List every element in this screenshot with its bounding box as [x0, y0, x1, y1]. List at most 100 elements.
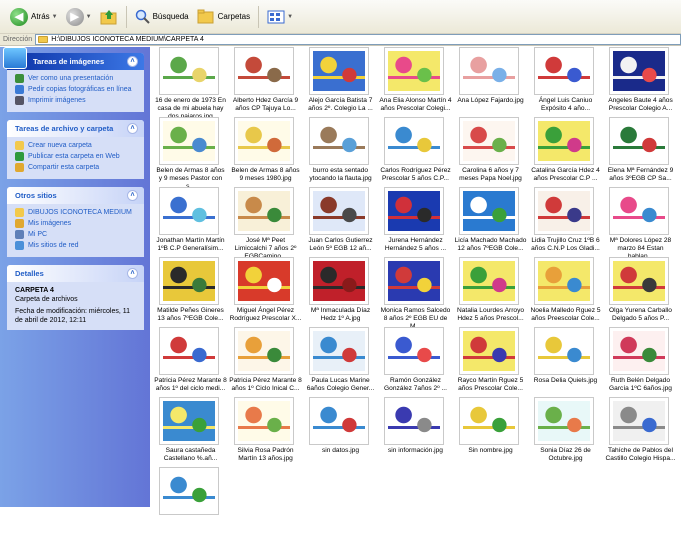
- file-thumbnail-item[interactable]: Patricia Pérez Marante 8 años 1º del cic…: [154, 327, 227, 397]
- file-thumbnail-item[interactable]: Carlos Rodríguez Pérez Prescolar 5 años …: [379, 117, 452, 187]
- file-thumbnail-item[interactable]: Lidia Trujillo Cruz 1ºB 6 años C.N.P Los…: [529, 187, 602, 257]
- file-thumbnail-item[interactable]: Belen de Armas 8 años y 9 meses Pastor c…: [154, 117, 227, 190]
- file-thumbnail-item[interactable]: Jonathan Martín Martín 1ºB C.P Generalís…: [154, 187, 227, 257]
- file-name: Lidia Trujillo Cruz 1ºB 6 años C.N.P Los…: [531, 237, 600, 252]
- file-thumbnail-item[interactable]: Licía Machado Machado 12 años 7ºEGB Cole…: [454, 187, 527, 257]
- forward-button[interactable]: ▶ ▼: [62, 5, 96, 29]
- collapse-icon[interactable]: ˄: [127, 56, 138, 67]
- file-thumbnail-item[interactable]: Ana López Fajardo.jpg: [454, 47, 527, 117]
- details-name: CARPETA 4: [15, 287, 54, 294]
- file-thumbnail-item[interactable]: burro esta sentado ytocando la flauta.jp…: [304, 117, 377, 187]
- file-thumbnail-item[interactable]: Sonia Díaz 26 de Octubre.jpg: [529, 397, 602, 467]
- image-tasks-header[interactable]: Tareas de imágenes ˄: [3, 47, 144, 70]
- file-thumbnail-item[interactable]: 16 de enero de 1973 En casa de mi abuela…: [154, 47, 227, 120]
- file-thumbnail-item[interactable]: Carolina 6 años y 7 meses Papa Noel.jpg: [454, 117, 527, 187]
- file-name: Alejo García Batista 7 años 2º. Colegio …: [308, 97, 373, 112]
- file-thumbnail-item[interactable]: Ramón González González 7años 2º ...: [379, 327, 452, 397]
- file-thumbnail-item[interactable]: Saura castañeda Castellano %.añ...: [154, 397, 227, 467]
- task-link[interactable]: Mi PC: [15, 230, 138, 239]
- drawing-preview: [238, 261, 290, 301]
- chevron-down-icon[interactable]: ▼: [86, 14, 92, 20]
- task-link[interactable]: Publicar esta carpeta en Web: [15, 152, 138, 161]
- image-thumbnail: [309, 397, 369, 445]
- image-thumbnail: [384, 327, 444, 375]
- file-thumbnail-item[interactable]: Monica Ramos Salcedo 8 años 2º EGB EU de…: [379, 257, 452, 330]
- folders-button[interactable]: Carpetas: [193, 5, 254, 29]
- file-name: Ruth Belén Delgado García 1ºC 6años.jpg: [609, 377, 672, 392]
- task-link[interactable]: Imprimir imágenes: [15, 96, 138, 105]
- image-thumbnail: [459, 187, 519, 235]
- file-thumbnail-item[interactable]: Matilde Peñes Gineres 13 años 7ºEGB Cole…: [154, 257, 227, 327]
- drawing-preview: [538, 191, 590, 231]
- task-link[interactable]: Mis sitios de red: [15, 241, 138, 250]
- collapse-icon[interactable]: ˄: [127, 123, 138, 134]
- task-link[interactable]: Compartir esta carpeta: [15, 163, 138, 172]
- file-thumbnail-item[interactable]: Ruth Belén Delgado García 1ºC 6años.jpg: [604, 327, 677, 397]
- details-title: Detalles: [15, 269, 44, 278]
- file-name: Rayco Martín Rguez 5 años Prescolar Cole…: [457, 377, 524, 392]
- task-link[interactable]: Crear nueva carpeta: [15, 141, 138, 150]
- file-thumbnail-item[interactable]: Ana Elia Alonso Martín 4 años Prescolar …: [379, 47, 452, 117]
- image-thumbnail: [459, 117, 519, 165]
- file-thumbnail-item[interactable]: José Mª Peet Limiccalchi 7 años 2º EGBCa…: [229, 187, 302, 260]
- views-button[interactable]: ▼: [263, 5, 297, 29]
- file-tasks-panel: Tareas de archivo y carpeta ˄ Crear nuev…: [7, 120, 144, 179]
- file-thumbnail-item[interactable]: Ángel Luis Caniuo Expósito 4 año...: [529, 47, 602, 117]
- drawing-preview: [313, 121, 365, 161]
- file-thumbnail-item[interactable]: [154, 467, 227, 537]
- file-thumbnail-item[interactable]: sin información.jpg: [379, 397, 452, 467]
- chevron-down-icon[interactable]: ▼: [287, 14, 293, 20]
- file-tasks-list: Crear nueva carpeta Publicar esta carpeta…: [7, 137, 144, 179]
- task-link[interactable]: Pedir copias fotográficas en línea: [15, 85, 138, 94]
- chevron-down-icon[interactable]: ▼: [52, 14, 58, 20]
- file-name: Ramón González González 7años 2º ...: [384, 377, 447, 392]
- collapse-icon[interactable]: ˄: [127, 190, 138, 201]
- task-link[interactable]: Ver como una presentación: [15, 74, 138, 83]
- file-thumbnail-item[interactable]: Miguel Ángel Pérez Rodríguez Prescolar X…: [229, 257, 302, 327]
- image-thumbnail: [609, 117, 669, 165]
- file-thumbnail-item[interactable]: Olga Yurena Carballo Delgado 5 años P...: [604, 257, 677, 327]
- details-header[interactable]: Detalles ˄: [7, 265, 144, 282]
- file-thumbnail-item[interactable]: Rosa Delia Quiels.jpg: [529, 327, 602, 397]
- file-name: Sin nombre.jpg: [468, 447, 513, 454]
- file-name: Ana López Fajardo.jpg: [457, 97, 524, 104]
- file-thumbnail-item[interactable]: Tahíche de Pablos del Castillo Colegio H…: [604, 397, 677, 467]
- file-thumbnail-item[interactable]: sin datos.jpg: [304, 397, 377, 467]
- file-thumbnail-item[interactable]: Mª Dolores López 28 marzo 84 Estan habla…: [604, 187, 677, 260]
- task-link[interactable]: Mis imágenes: [15, 219, 138, 228]
- file-thumbnail-item[interactable]: Sin nombre.jpg: [454, 397, 527, 467]
- file-name: Patricia Pérez Marante 8 años 1º del cic…: [154, 377, 227, 392]
- address-input[interactable]: H:\DIBUJOS ICONOTECA MEDIUM\CARPETA 4: [35, 34, 681, 45]
- details-panel: Detalles ˄ CARPETA 4 Carpeta de archivos…: [7, 265, 144, 330]
- collapse-icon[interactable]: ˄: [127, 268, 138, 279]
- file-tasks-header[interactable]: Tareas de archivo y carpeta ˄: [7, 120, 144, 137]
- task-link[interactable]: DIBUJOS ICONOTECA MEDIUM: [15, 208, 138, 217]
- file-name: Carolina 6 años y 7 meses Papa Noel.jpg: [459, 167, 522, 182]
- file-thumbnail-item[interactable]: Mª Inmaculada Díaz Hedz 1º A.jpg: [304, 257, 377, 327]
- file-thumbnail-item[interactable]: Paula Lucas Marine 6años Colegio Gener..…: [304, 327, 377, 397]
- file-thumbnail-item[interactable]: Rayco Martín Rguez 5 años Prescolar Cole…: [454, 327, 527, 397]
- other-places-list: DIBUJOS ICONOTECA MEDIUM Mis imágenes Mi P…: [7, 204, 144, 257]
- file-thumbnail-item[interactable]: Noelia Malledo Rguez 5 años Preescolar C…: [529, 257, 602, 327]
- back-button[interactable]: ◀ Atrás ▼: [6, 5, 62, 29]
- file-thumbnail-item[interactable]: Natalia Lourdes Arroyo Hdez 5 años Presc…: [454, 257, 527, 327]
- file-thumbnail-item[interactable]: Patricia Pérez Marante 8 años 1º Ciclo I…: [229, 327, 302, 397]
- file-thumbnail-item[interactable]: Jurena Hernández Hernández 5 años ...: [379, 187, 452, 257]
- file-thumbnail-item[interactable]: Silvia Rosa Padrón Martín 13 años.jpg: [229, 397, 302, 467]
- file-thumbnail-item[interactable]: Angeles Baute 4 años Prescolar Colegio A…: [604, 47, 677, 117]
- file-thumbnail-item[interactable]: Alejo García Batista 7 años 2º. Colegio …: [304, 47, 377, 117]
- up-folder-button[interactable]: [96, 5, 122, 29]
- image-thumbnail: [534, 187, 594, 235]
- file-thumbnail-item[interactable]: Belen de Armas 8 años 9 meses 1980.jpg: [229, 117, 302, 187]
- other-places-header[interactable]: Otros sitios ˄: [7, 187, 144, 204]
- search-button[interactable]: Búsqueda: [131, 5, 193, 29]
- file-thumbnail-item[interactable]: Juan Carlos Gutierrez León 5º EGB 12 añ.…: [304, 187, 377, 257]
- task-label: Imprimir imágenes: [28, 97, 86, 104]
- file-thumbnail-item[interactable]: Alberto Hdez García 9 años CP Tajuya Lo.…: [229, 47, 302, 117]
- file-thumbnail-item[interactable]: Elena Mª Fernández 9 años 3ºEGB CP Sa...: [604, 117, 677, 187]
- drawing-preview: [613, 401, 665, 441]
- drawing-preview: [238, 331, 290, 371]
- file-name: Natalia Lourdes Arroyo Hdez 5 años Presc…: [456, 307, 525, 322]
- image-thumbnail: [234, 327, 294, 375]
- file-thumbnail-item[interactable]: Catalina García Hdez 4 años Prescolar C.…: [529, 117, 602, 187]
